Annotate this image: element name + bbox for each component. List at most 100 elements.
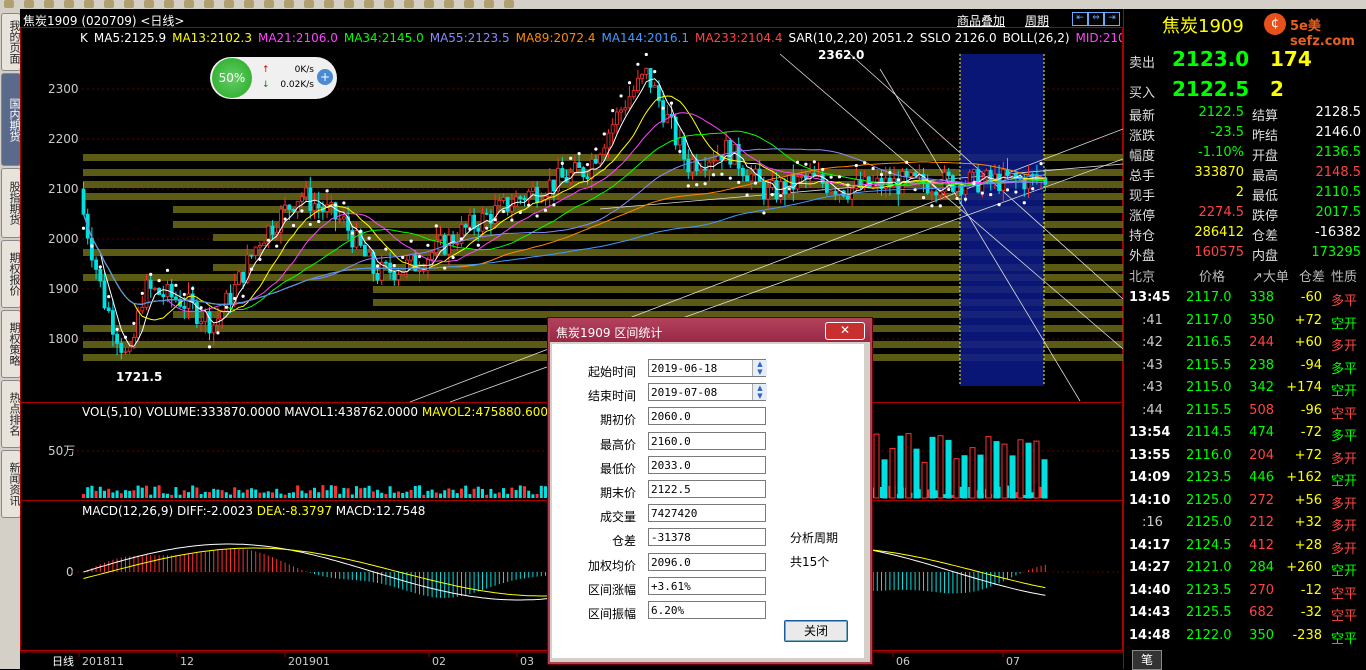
field-input[interactable]: 2019-07-08 — [648, 383, 766, 402]
toolbar-button-icon[interactable] — [324, 0, 334, 8]
tick-price: 2115.5 — [1186, 402, 1232, 418]
dialog-field-row: 仓差 -31378 — [552, 528, 864, 550]
toolbar-button-icon[interactable] — [104, 0, 114, 8]
candle-body — [766, 187, 770, 200]
toolbar-button-icon[interactable] — [364, 0, 374, 8]
candle-body — [383, 261, 388, 264]
toolbar-button-icon[interactable] — [244, 0, 254, 8]
field-input[interactable]: 2160.0 — [648, 431, 766, 450]
toolbar-button-icon[interactable] — [184, 0, 194, 8]
field-input[interactable]: -31378 — [648, 528, 766, 547]
field-input[interactable]: 2033.0 — [648, 455, 766, 474]
toolbar-button-icon[interactable] — [24, 0, 34, 8]
stat-label: 开盘 — [1252, 149, 1279, 164]
toolbar-button-icon[interactable] — [304, 0, 314, 8]
volume-bar — [254, 489, 258, 498]
spinner-icon[interactable]: ▲ ▼ — [752, 360, 767, 376]
toolbar-button-icon[interactable] — [224, 0, 234, 8]
dialog-field-row: 结束时间 2019-07-08 ▲ ▼ — [552, 383, 864, 405]
stat-label: 外盘 — [1129, 249, 1156, 264]
sar-dot — [401, 255, 405, 260]
close-button[interactable]: 关闭 — [784, 620, 848, 642]
candle-body — [90, 237, 94, 261]
sar-dot — [434, 224, 438, 228]
candle-body — [648, 68, 653, 88]
candle-body — [249, 254, 254, 257]
volume-bar — [929, 436, 936, 499]
toolbar-button-icon[interactable] — [504, 0, 514, 8]
field-input[interactable]: 6.20% — [648, 601, 766, 619]
tick-nature: 空平 — [1331, 631, 1358, 647]
sar-dot — [115, 327, 119, 331]
high-price-label: 2362.0 — [818, 48, 864, 62]
sar-dot — [854, 163, 858, 168]
toolbar-button-icon[interactable] — [44, 0, 54, 8]
candle-body — [81, 188, 86, 215]
sar-dot — [997, 203, 1001, 207]
toolbar-button-icon[interactable] — [164, 0, 174, 8]
sidebar-tab[interactable]: 期权策略 — [1, 310, 21, 378]
field-input[interactable]: 2122.5 — [648, 480, 766, 498]
toolbar-button-icon[interactable] — [424, 0, 434, 8]
toolbar-button-icon[interactable] — [204, 0, 214, 8]
stat-value: 2 — [1235, 185, 1244, 200]
tick-time: :43 — [1142, 380, 1163, 395]
toolbar-button-icon[interactable] — [84, 0, 94, 8]
sar-dot — [174, 283, 178, 287]
toolbar-button-icon[interactable] — [464, 0, 474, 8]
toolbar-button-icon[interactable] — [4, 0, 14, 8]
sidebar-tab[interactable]: 股指期货 — [1, 168, 21, 238]
sar-dot — [140, 291, 144, 295]
toolbar-button-icon[interactable] — [444, 0, 454, 8]
volume-bar — [86, 487, 90, 498]
sell-price: 2123.0 — [1172, 47, 1250, 71]
tick-time: 14:40 — [1129, 582, 1171, 598]
sar-dot — [283, 217, 287, 221]
sidebar-tab[interactable]: 期权报价 — [1, 240, 21, 308]
spinner-icon[interactable]: ▲ ▼ — [752, 384, 767, 401]
tick-header-cell: 北京 — [1129, 270, 1156, 285]
toolbar-button-icon[interactable] — [124, 0, 134, 8]
field-input[interactable]: +3.61% — [648, 576, 766, 595]
volume-bar — [203, 491, 207, 498]
field-input[interactable]: 2019-06-18 — [648, 359, 766, 377]
volume-bar — [208, 492, 211, 498]
toolbar-button-icon[interactable] — [404, 0, 414, 8]
volume-bar — [397, 491, 400, 498]
toolbar-button-icon[interactable] — [64, 0, 74, 8]
sidebar-tab[interactable]: 新闻资讯 — [1, 450, 21, 518]
toolbar-button-icon[interactable] — [284, 0, 294, 8]
field-input[interactable]: 2096.0 — [648, 552, 766, 571]
field-input[interactable]: 7427420 — [648, 504, 766, 523]
field-input[interactable]: 2060.0 — [648, 407, 766, 426]
close-icon[interactable]: ✕ — [825, 322, 865, 340]
tick-price: 2117.0 — [1186, 290, 1232, 305]
sidebar-tab[interactable]: 热点排名 — [1, 380, 21, 448]
toolbar-button-icon[interactable] — [264, 0, 274, 8]
sar-dot — [602, 132, 606, 136]
toolbar-button-icon[interactable] — [384, 0, 394, 8]
volume-bar — [229, 494, 232, 498]
stat-row: 涨跌 -23.5 昨结 2146.0 — [1124, 125, 1366, 145]
volume-bar — [292, 492, 295, 498]
toolbar-button-icon[interactable] — [344, 0, 354, 8]
tick-volume: 508 — [1249, 402, 1274, 418]
volume-bar — [945, 439, 952, 499]
toolbar-button-icon[interactable] — [484, 0, 494, 8]
sidebar-tab[interactable]: 国内期货 — [1, 73, 21, 166]
volume-bar — [897, 435, 904, 499]
sar-dot — [325, 189, 329, 193]
plus-icon[interactable]: + — [317, 69, 333, 85]
network-widget[interactable]: 50% ↑ 0K/s ↓ 0.02K/s + — [210, 57, 337, 99]
x-tick-label: 07 — [1006, 655, 1020, 668]
sidebar-tab[interactable]: 我的页面 — [1, 13, 21, 71]
tick-price: 2115.5 — [1186, 357, 1232, 373]
volume-bar — [535, 493, 539, 498]
tab-ticks[interactable]: 笔 — [1132, 650, 1162, 670]
volume-bar — [262, 492, 266, 498]
volume-bar — [237, 490, 241, 498]
candle-body — [980, 178, 985, 193]
candle-body — [514, 196, 519, 207]
toolbar-button-icon[interactable] — [144, 0, 154, 8]
volume-bar — [321, 485, 325, 498]
